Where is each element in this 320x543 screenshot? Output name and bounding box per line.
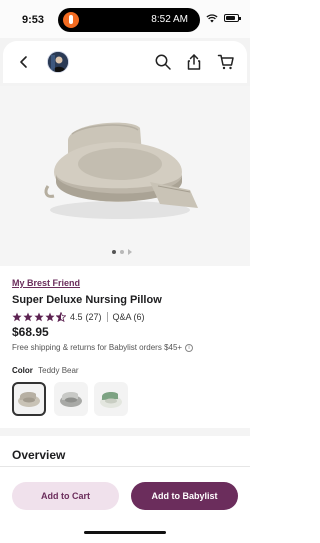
cart-icon[interactable]	[217, 53, 235, 71]
star-icon	[45, 312, 55, 322]
status-time: 9:53	[22, 14, 45, 26]
recording-icon	[63, 12, 79, 28]
wifi-icon	[206, 14, 218, 23]
star-rating	[12, 312, 66, 322]
product-title: Super Deluxe Nursing Pillow	[12, 294, 162, 306]
swatch-teddy-bear[interactable]	[12, 382, 46, 416]
swatch-green[interactable]	[94, 382, 128, 416]
divider	[106, 312, 108, 322]
product-image	[44, 122, 198, 219]
star-icon	[23, 312, 33, 322]
divider	[0, 466, 250, 467]
swatch-gray[interactable]	[54, 382, 88, 416]
star-icon	[12, 312, 22, 322]
status-bar: 9:53 8:52 AM	[0, 0, 250, 40]
color-value: Teddy Bear	[38, 366, 79, 375]
dynamic-island: 8:52 AM	[58, 8, 200, 32]
search-icon[interactable]	[154, 53, 172, 71]
home-indicator[interactable]	[84, 531, 166, 534]
avatar[interactable]	[47, 51, 69, 73]
rating-row[interactable]: 4.5 (27) Q&A (6)	[12, 311, 145, 323]
review-count[interactable]: (27)	[86, 312, 102, 322]
info-icon[interactable]: i	[185, 343, 194, 352]
battery-icon	[224, 14, 241, 22]
star-icon	[34, 312, 44, 322]
shipping-text: Free shipping & returns for Babylist ord…	[12, 343, 183, 352]
shipping-note: Free shipping & returns for Babylist ord…	[12, 343, 194, 352]
star-half-icon	[56, 312, 66, 322]
section-divider	[0, 428, 250, 436]
share-icon[interactable]	[185, 53, 203, 71]
island-time: 8:52 AM	[151, 14, 188, 25]
brand-link[interactable]: My Brest Friend	[12, 278, 80, 288]
bottom-action-bar: Add to Cart Add to Babylist	[0, 472, 250, 543]
color-selector-label: Color Teddy Bear	[12, 366, 79, 375]
add-to-babylist-button[interactable]: Add to Babylist	[131, 482, 238, 510]
qa-link[interactable]: Q&A (6)	[113, 312, 145, 322]
chevron-left-icon[interactable]	[17, 55, 31, 69]
product-image-carousel[interactable]	[0, 86, 250, 266]
color-label: Color	[12, 366, 33, 375]
carousel-next-icon[interactable]	[128, 249, 132, 255]
carousel-dots[interactable]	[112, 249, 132, 255]
header	[0, 38, 250, 86]
product-price: $68.95	[12, 325, 49, 339]
header-card	[3, 41, 247, 83]
overview-heading[interactable]: Overview	[12, 448, 65, 462]
rating-value: 4.5	[70, 312, 83, 322]
carousel-dot[interactable]	[120, 250, 124, 254]
add-to-cart-button[interactable]: Add to Cart	[12, 482, 119, 510]
carousel-dot[interactable]	[112, 250, 116, 254]
